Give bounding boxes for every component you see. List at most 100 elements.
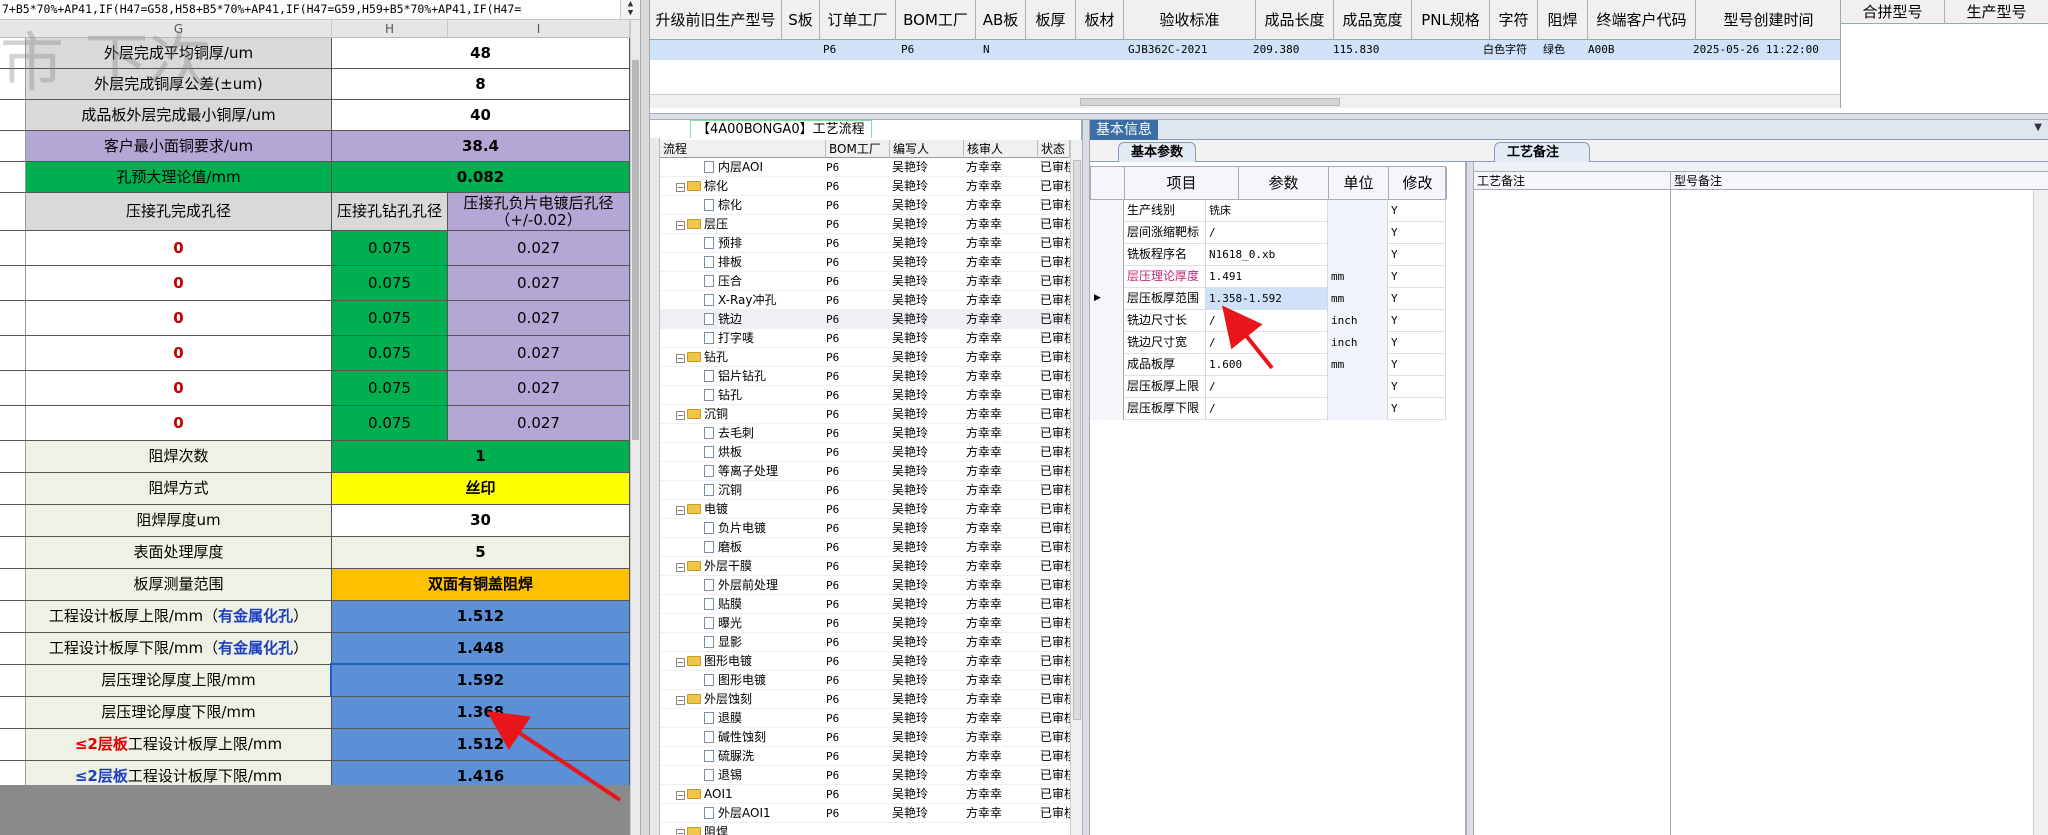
process-step[interactable]: − 外层蚀刻 P6 吴艳玲 方幸幸 已审核 bbox=[660, 690, 1070, 709]
mask-param-label[interactable]: 阻焊厚度um bbox=[26, 505, 332, 537]
param-value[interactable]: / bbox=[1206, 398, 1328, 420]
process-step[interactable]: 钻孔 P6 吴艳玲 方幸幸 已审核 bbox=[660, 386, 1070, 405]
press-hole-final-value[interactable]: 0 bbox=[26, 406, 332, 441]
row-header[interactable] bbox=[0, 301, 26, 336]
model-grid-row[interactable]: P6 P6 N GJB362C-2021 209.380 115.830 白色字… bbox=[650, 40, 1840, 60]
param-value[interactable]: 40 bbox=[332, 100, 630, 131]
param-label[interactable]: 外层完成平均铜厚/um bbox=[26, 38, 332, 69]
row-header[interactable] bbox=[0, 665, 26, 697]
formula-bar-expand-button[interactable]: ▲ ▼ bbox=[620, 0, 640, 19]
press-hole-plating-value[interactable]: 0.027 bbox=[448, 231, 630, 266]
pane-splitter[interactable] bbox=[640, 0, 650, 835]
mask-param-label[interactable]: 表面处理厚度 bbox=[26, 537, 332, 569]
formula-bar[interactable]: 7+B5*70%+AP41,IF(H47=G58,H58+B5*70%+AP41… bbox=[0, 0, 640, 20]
process-step[interactable]: 外层前处理 P6 吴艳玲 方幸幸 已审核 bbox=[660, 576, 1070, 595]
process-step[interactable]: − 图形电镀 P6 吴艳玲 方幸幸 已审核 bbox=[660, 652, 1070, 671]
row-header[interactable] bbox=[0, 336, 26, 371]
process-step[interactable]: 显影 P6 吴艳玲 方幸幸 已审核 bbox=[660, 633, 1070, 652]
header-unit[interactable]: 单位 bbox=[1329, 167, 1389, 199]
press-hole-drill-value[interactable]: 0.075 bbox=[332, 301, 448, 336]
press-hole-plating-value[interactable]: 0.027 bbox=[448, 336, 630, 371]
mask-param-label[interactable]: 板厚测量范围 bbox=[26, 569, 332, 601]
header-old-model[interactable]: 升级前旧生产型号 bbox=[650, 0, 782, 40]
thickness-label[interactable]: 层压理论厚度下限/mm bbox=[26, 697, 332, 729]
thickness-value[interactable]: 1.512 bbox=[332, 601, 630, 633]
press-hole-drill-value[interactable]: 0.075 bbox=[332, 371, 448, 406]
process-step[interactable]: − 棕化 P6 吴艳玲 方幸幸 已审核 bbox=[660, 177, 1070, 196]
param-row[interactable]: 层间涨缩靶标 / Y bbox=[1090, 222, 1446, 244]
param-value[interactable]: 8 bbox=[332, 69, 630, 100]
header-created-time[interactable]: 型号创建时间 bbox=[1696, 0, 1842, 40]
press-hole-drill-value[interactable]: 0.075 bbox=[332, 406, 448, 441]
process-step[interactable]: 打字唛 P6 吴艳玲 方幸幸 已审核 bbox=[660, 329, 1070, 348]
param-modify-flag[interactable]: Y bbox=[1388, 200, 1446, 222]
param-row[interactable]: 层压板厚下限 / Y bbox=[1090, 398, 1446, 420]
row-header[interactable] bbox=[0, 371, 26, 406]
header-modify[interactable]: 修改 bbox=[1389, 167, 1447, 199]
row-header[interactable] bbox=[0, 505, 26, 537]
mask-param-value[interactable]: 1 bbox=[332, 441, 630, 473]
process-step[interactable]: 去毛刺 P6 吴艳玲 方幸幸 已审核 bbox=[660, 424, 1070, 443]
param-row[interactable]: 层压理论厚度 1.491 mm Y bbox=[1090, 266, 1446, 288]
pane-splitter-2[interactable] bbox=[1082, 120, 1090, 835]
row-header[interactable] bbox=[0, 569, 26, 601]
process-step[interactable]: 曝光 P6 吴艳玲 方幸幸 已审核 bbox=[660, 614, 1070, 633]
collapse-icon[interactable]: − bbox=[676, 354, 685, 363]
row-header[interactable] bbox=[0, 38, 26, 69]
process-step[interactable]: 外层AOI1 P6 吴艳玲 方幸幸 已审核 bbox=[660, 804, 1070, 823]
tab-basic-params[interactable]: 基本参数 bbox=[1118, 142, 1197, 162]
collapse-icon[interactable]: − bbox=[676, 696, 685, 705]
header-product-width[interactable]: 成品宽度 bbox=[1334, 0, 1412, 40]
param-value[interactable]: / bbox=[1206, 376, 1328, 398]
process-step[interactable]: 内层AOI P6 吴艳玲 方幸幸 已审核 bbox=[660, 158, 1070, 177]
tab-process-notes[interactable]: 工艺备注 bbox=[1494, 142, 1590, 162]
process-step[interactable]: 碱性蚀刻 P6 吴艳玲 方幸幸 已审核 bbox=[660, 728, 1070, 747]
collapse-icon[interactable]: − bbox=[676, 791, 685, 800]
process-step[interactable]: − 钻孔 P6 吴艳玲 方幸幸 已审核 bbox=[660, 348, 1070, 367]
press-hole-plating-value[interactable]: 0.027 bbox=[448, 406, 630, 441]
process-step[interactable]: 烘板 P6 吴艳玲 方幸幸 已审核 bbox=[660, 443, 1070, 462]
process-step[interactable]: 铣边 P6 吴艳玲 方幸幸 已审核 bbox=[660, 310, 1070, 329]
header-order-factory[interactable]: 订单工厂 bbox=[820, 0, 896, 40]
header-pnl-spec[interactable]: PNL规格 bbox=[1412, 0, 1490, 40]
row-header[interactable] bbox=[0, 697, 26, 729]
param-label[interactable]: 孔预大理论值/mm bbox=[26, 162, 332, 193]
param-modify-flag[interactable]: Y bbox=[1388, 288, 1446, 310]
row-header[interactable] bbox=[0, 633, 26, 665]
header-item[interactable]: 项目 bbox=[1125, 167, 1239, 199]
thickness-label[interactable]: 工程设计板厚上限/mm（ 有金属化孔） bbox=[26, 601, 332, 633]
param-row[interactable]: 铣边尺寸长 / inch Y bbox=[1090, 310, 1446, 332]
param-modify-flag[interactable]: Y bbox=[1388, 266, 1446, 288]
pane-splitter-3[interactable] bbox=[1466, 162, 1474, 835]
row-header[interactable] bbox=[0, 729, 26, 761]
row-header[interactable] bbox=[0, 231, 26, 266]
process-step[interactable]: X-Ray冲孔 P6 吴艳玲 方幸幸 已审核 bbox=[660, 291, 1070, 310]
header-production-model[interactable]: 生产型号 bbox=[1945, 0, 2048, 24]
header-s-board[interactable]: S板 bbox=[782, 0, 820, 40]
row-header[interactable] bbox=[0, 69, 26, 100]
collapse-icon[interactable]: − bbox=[676, 506, 685, 515]
row-header[interactable] bbox=[0, 601, 26, 633]
param-value[interactable]: / bbox=[1206, 310, 1328, 332]
process-step[interactable]: − 沉铜 P6 吴艳玲 方幸幸 已审核 bbox=[660, 405, 1070, 424]
collapse-icon[interactable]: − bbox=[676, 411, 685, 420]
dropdown-arrow-icon[interactable]: ▼ bbox=[2034, 122, 2042, 133]
press-hole-drill-value[interactable]: 0.075 bbox=[332, 336, 448, 371]
model-grid-scroll-thumb[interactable] bbox=[1080, 98, 1340, 106]
excel-vertical-scrollbar[interactable] bbox=[630, 20, 640, 835]
header-customer-code[interactable]: 终端客户代码 bbox=[1588, 0, 1696, 40]
row-header[interactable] bbox=[0, 537, 26, 569]
param-modify-flag[interactable]: Y bbox=[1388, 376, 1446, 398]
row-header[interactable] bbox=[0, 100, 26, 131]
tab-basic-info[interactable]: 基本信息 bbox=[1090, 120, 1158, 140]
header-merged-model[interactable]: 合拼型号 bbox=[1841, 0, 1945, 24]
horizontal-splitter[interactable] bbox=[650, 113, 2048, 120]
press-hole-drill-value[interactable]: 0.075 bbox=[332, 231, 448, 266]
mask-param-value[interactable]: 5 bbox=[332, 537, 630, 569]
header-board-thickness[interactable]: 板厚 bbox=[1026, 0, 1076, 40]
process-step[interactable]: 图形电镀 P6 吴艳玲 方幸幸 已审核 bbox=[660, 671, 1070, 690]
column-header-i[interactable]: I bbox=[448, 20, 630, 38]
header-author[interactable]: 编写人 bbox=[890, 140, 964, 158]
process-step[interactable]: 等离子处理 P6 吴艳玲 方幸幸 已审核 bbox=[660, 462, 1070, 481]
row-header[interactable] bbox=[0, 473, 26, 505]
